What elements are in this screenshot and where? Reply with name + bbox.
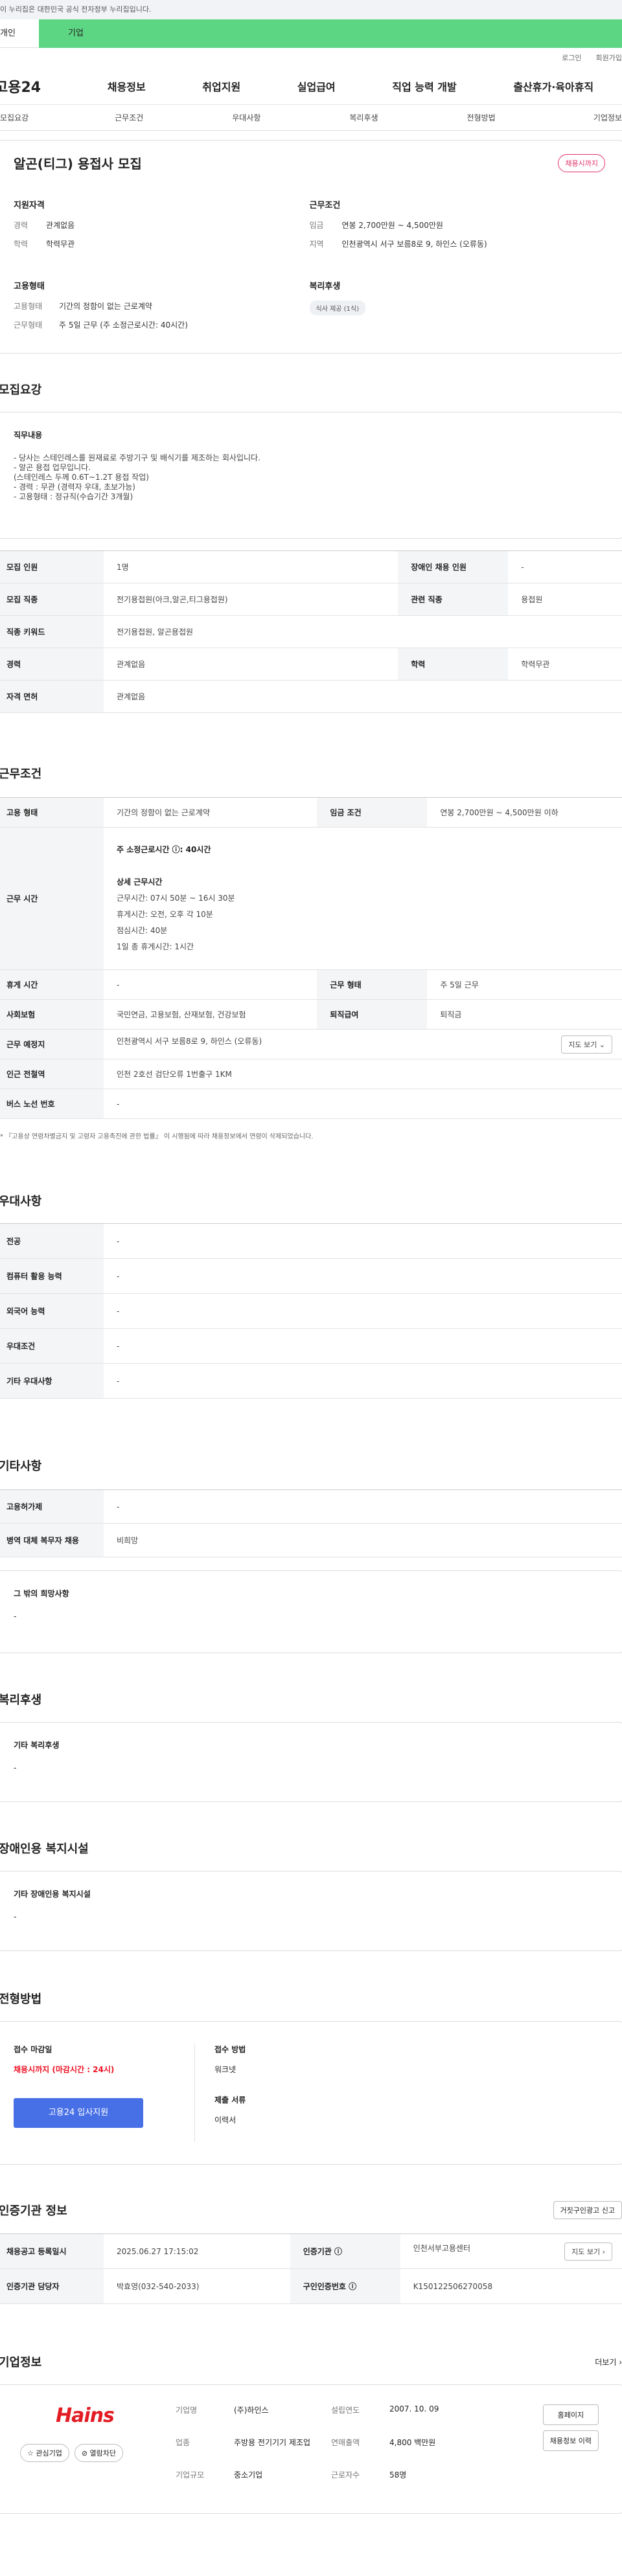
welfare-title: 복리후생 xyxy=(0,1693,42,1707)
recruit-table: 모집 인원 1명 장애인 채용 인원 - 모집 직종 전기용접원(아크,알곤,티그용접원… xyxy=(0,550,622,713)
work-table: 고용 형태 기간의 정함이 없는 근로계약 임금 조건 연봉 2,700만원 ~ 4,… xyxy=(0,797,622,1119)
work-title: 근무조건 xyxy=(0,767,42,781)
age-notice: * 『고용상 연령차별금지 및 고령자 고용촉진에 관한 법률』 이 시행됨에 … xyxy=(0,1133,314,1140)
qualification-block: 지원자격 경력 관계없음 학력 학력무관 xyxy=(14,201,75,249)
login-link[interactable]: 로그인 xyxy=(562,52,581,63)
tab-work[interactable]: 근무조건 xyxy=(71,112,188,123)
deadline-value: 채용시까지 (마감시간 : 24시) xyxy=(14,2065,115,2074)
job-summary-card: 알곤(티그) 용접사 모집 채용시까지 지원자격 경력 관계없음 학력 학력무관 근… xyxy=(0,140,622,354)
welfare-block: 복리후생 식사 제공 (1식) xyxy=(309,279,606,338)
job-description-card: 직무내용 - 당사는 스테인레스를 원재료로 주방기구 및 배식기를 제조하는 … xyxy=(0,412,622,539)
company-title: 기업정보 xyxy=(0,2356,42,2369)
top-tabs: 개인 기업 xyxy=(0,19,622,48)
tab-personal[interactable]: 개인 xyxy=(0,19,39,48)
signup-link[interactable]: 회원가입 xyxy=(596,52,622,63)
nav-unemployment-benefit[interactable]: 실업급여 xyxy=(297,78,336,94)
recruit-title: 모집요강 xyxy=(0,383,42,397)
disab-card: 기타 장애인용 복지시설 - xyxy=(0,1871,622,1951)
cert-table: 채용공고 등록일시 2025.06.27 17:15:02 인증기관 ⓘ 인천서부고용… xyxy=(0,2233,622,2304)
tab-company[interactable]: 기업 xyxy=(39,19,622,48)
condition-block: 근무조건 임금 연봉 2,700만원 ~ 4,500만원 지역 인천광역시 서구 보… xyxy=(309,201,487,249)
favorite-company-button[interactable]: ☆ 관심기업 xyxy=(20,2444,69,2462)
company-card: Hains ☆ 관심기업 ⊘ 열람차단 기업명 (주)하인스 설립연도 2007. 1… xyxy=(0,2384,622,2514)
section-tabs: 모집요강 근무조건 우대사항 복리후생 전형방법 기업정보 xyxy=(0,105,622,131)
job-history-button[interactable]: 채용정보 이력 xyxy=(542,2430,599,2451)
tab-welfare[interactable]: 복리후생 xyxy=(305,112,422,123)
screen-title: 전형방법 xyxy=(0,1993,42,2006)
tab-recruit[interactable]: 모집요강 xyxy=(0,112,71,123)
welfare-chip: 식사 제공 (1식) xyxy=(309,300,366,315)
main-nav: 고용24 채용정보 취업지원 실업급여 직업 능력 개발 출산휴가·육아휴직 xyxy=(0,67,622,105)
apply-button[interactable]: 고용24 입사지원 xyxy=(14,2098,143,2128)
job-title: 알곤(티그) 용접사 모집 xyxy=(14,156,142,172)
etc-table: 고용허가제 - 병역 대체 복무자 채용 비희망 xyxy=(0,1489,622,1557)
tab-pref[interactable]: 우대사항 xyxy=(188,112,305,123)
cert-title: 인증기관 정보 xyxy=(0,2204,67,2218)
pref-title: 우대사항 xyxy=(0,1195,42,1208)
report-fake-ad-button[interactable]: 거짓구인광고 신고 xyxy=(553,2201,622,2219)
etc-title: 기타사항 xyxy=(0,1460,42,1473)
gov-banner: 이 누리집은 대한민국 공식 전자정부 누리집입니다. xyxy=(0,0,622,19)
screening-card: 접수 마감일 채용시까지 (마감시간 : 24시) 고용24 입사지원 접수 방… xyxy=(0,2021,622,2165)
site-logo[interactable]: 고용24 xyxy=(0,76,79,96)
welfare-card: 기타 복리후생 - xyxy=(0,1722,622,1802)
tab-company[interactable]: 기업정보 xyxy=(540,112,622,123)
deadline-badge: 채용시까지 xyxy=(558,153,605,172)
tab-screening[interactable]: 전형방법 xyxy=(422,112,540,123)
weekly-hours: 주 소정근로시간 ⓘ: 40시간 xyxy=(117,845,211,854)
util-links: 로그인 회원가입 xyxy=(0,48,622,67)
nav-vocational-training[interactable]: 직업 능력 개발 xyxy=(392,78,456,94)
block-view-button[interactable]: ⊘ 열람차단 xyxy=(74,2444,124,2462)
company-logo: Hains xyxy=(56,2404,115,2427)
disab-title: 장애인용 복지시설 xyxy=(0,1842,89,1856)
map-view-button[interactable]: 지도 보기 ⌄ xyxy=(561,1035,612,1054)
pref-table: 전공 - 컴퓨터 활용 능력 - 외국어 능력 - 우대조건 - 기타 우대사항 - xyxy=(0,1223,622,1399)
homepage-button[interactable]: 홈페이지 xyxy=(542,2404,599,2425)
etc-wish-card: 그 밖의 희망사항 - xyxy=(0,1570,622,1653)
nav-employment-support[interactable]: 취업지원 xyxy=(202,78,240,94)
cert-map-button[interactable]: 지도 보기 › xyxy=(564,2242,612,2261)
employment-block: 고용형태 고용형태 기간의 정함이 없는 근로계약 근무형태 주 5일 근무 (주 … xyxy=(14,282,188,330)
nav-jobs[interactable]: 채용정보 xyxy=(108,78,146,94)
nav-parental-leave[interactable]: 출산휴가·육아휴직 xyxy=(513,78,593,94)
company-more-link[interactable]: 더보기 › xyxy=(595,2356,622,2367)
company-info: 기업명 (주)하인스 설립연도 2007. 10. 09 업종 주방용 전기기기 제조업… xyxy=(176,2404,439,2480)
